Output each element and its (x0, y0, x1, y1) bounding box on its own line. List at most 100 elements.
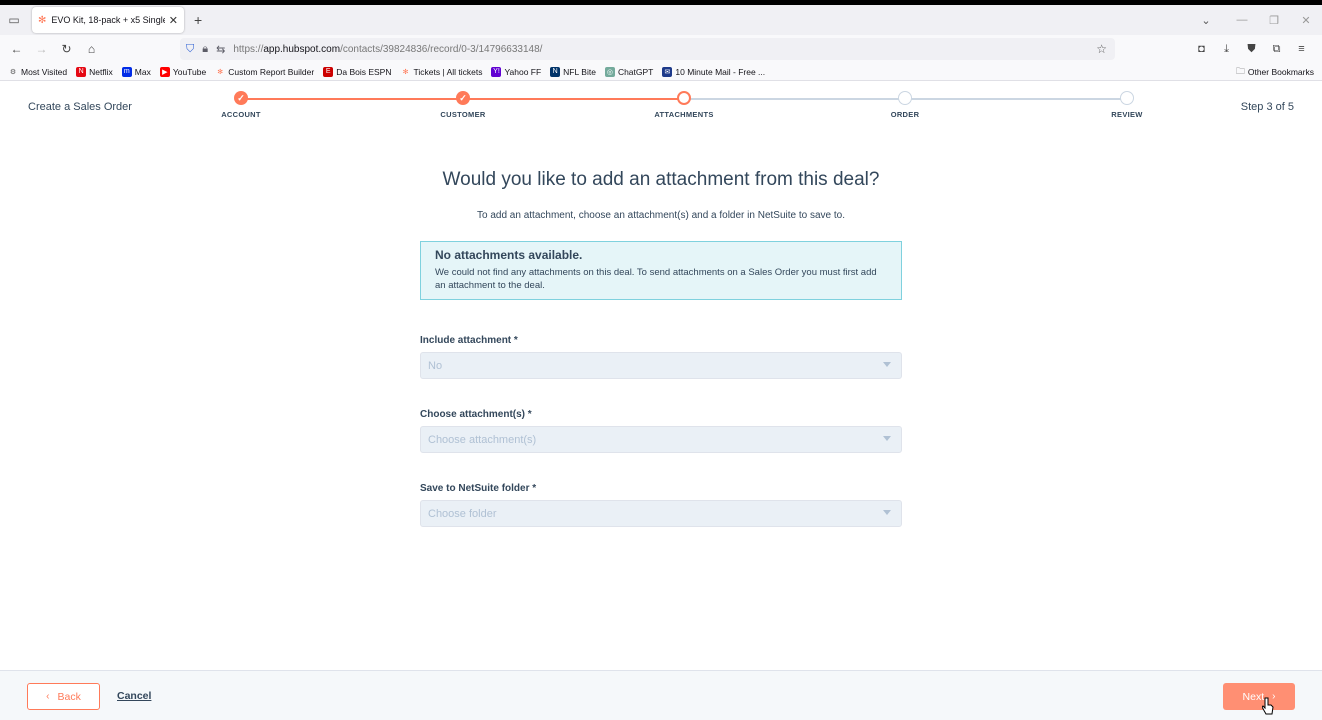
youtube-icon: ▶ (159, 66, 170, 77)
bookmark-item[interactable]: ◎ ChatGPT (604, 66, 654, 77)
tab-strip: ▭ ✻ EVO Kit, 18-pack + x5 Single Ev... ✕… (0, 5, 1322, 35)
next-button-label: Next (1242, 690, 1265, 703)
step-label: REVIEW (1111, 110, 1143, 119)
step-label: CUSTOMER (440, 110, 486, 119)
url-text[interactable]: https://app.hubspot.com/contacts/3982483… (233, 44, 542, 55)
mail-icon: ✉ (662, 66, 673, 77)
back-button-label: Back (57, 690, 81, 703)
pocket-icon[interactable]: ◘ (1189, 43, 1214, 55)
cancel-link[interactable]: Cancel (117, 690, 151, 702)
close-window-icon[interactable]: ✕ (1290, 14, 1322, 27)
netsuite-folder-select[interactable]: Choose folder (420, 500, 902, 527)
step-order: ORDER (845, 91, 965, 119)
restore-icon[interactable]: ❐ (1258, 14, 1290, 27)
tab-overflow-chevron-icon[interactable]: ⌄ (1186, 14, 1226, 27)
bookmark-label: ChatGPT (617, 66, 654, 77)
other-bookmarks-label: Other Bookmarks (1247, 66, 1314, 77)
include-attachment-value: No (428, 359, 443, 372)
step-customer: ✓ CUSTOMER (403, 91, 523, 119)
alert-body: We could not find any attachments on thi… (435, 267, 877, 291)
step-review: REVIEW (1067, 91, 1187, 119)
home-icon[interactable]: ⌂ (79, 42, 104, 56)
max-icon: m (121, 66, 132, 77)
nfl-icon: N (550, 66, 561, 77)
step-circle-icon (677, 91, 691, 105)
url-bar[interactable]: ⛉ 🔒︎ ⇆ https://app.hubspot.com/contacts/… (180, 38, 1115, 60)
include-attachment-select[interactable]: No (420, 352, 902, 379)
tracking-protection-shield-icon[interactable]: ⛉ (186, 43, 194, 56)
bookmark-item[interactable]: N Netflix (76, 66, 113, 77)
bookmark-item[interactable]: ✻ Tickets | All tickets (401, 67, 483, 77)
yahoo-icon: Y! (491, 66, 502, 77)
netsuite-folder-placeholder: Choose folder (428, 507, 497, 520)
espn-icon: E (323, 66, 334, 77)
bookmark-label: YouTube (172, 66, 207, 77)
nav-bar: ← → ↻ ⌂ ⛉ 🔒︎ ⇆ https://app.hubspot.com/c… (0, 35, 1322, 63)
bookmark-item[interactable]: N NFL Bite (550, 66, 596, 77)
reload-icon[interactable]: ↻ (54, 42, 79, 56)
next-button[interactable]: Next › (1223, 683, 1295, 710)
lock-icon[interactable]: 🔒︎ (202, 43, 208, 56)
toolbar-right: ◘ ⤓ ⛊ ⧉ ≡ (1189, 35, 1314, 63)
checkmark-icon: ✓ (456, 91, 470, 105)
checkmark-icon: ✓ (234, 91, 248, 105)
minimize-icon[interactable]: — (1226, 14, 1258, 26)
step-circle-icon (1120, 91, 1134, 105)
bookmark-item[interactable]: ⚙ Most Visited (8, 67, 67, 77)
step-circle-icon (898, 91, 912, 105)
back-button[interactable]: ‹ Back (27, 683, 100, 710)
close-tab-icon[interactable]: ✕ (169, 14, 178, 27)
shield-extension-icon[interactable]: ⛊ (1239, 43, 1264, 56)
bookmark-label: Netflix (89, 66, 113, 77)
permissions-icon[interactable]: ⇆ (216, 43, 225, 56)
step-account: ✓ ACCOUNT (181, 91, 301, 119)
instruction-text: To add an attachment, choose an attachme… (477, 210, 845, 221)
wizard-header: Create a Sales Order ✓ ACCOUNT ✓ CUSTOMER AT… (0, 81, 1322, 136)
choose-attachments-select[interactable]: Choose attachment(s) (420, 426, 902, 453)
page-title: Create a Sales Order (28, 101, 132, 113)
hubspot-icon: ✻ (217, 68, 224, 76)
hubspot-favicon-icon: ✻ (38, 14, 47, 26)
gear-icon: ⚙ (9, 68, 17, 76)
step-label: ORDER (890, 110, 920, 119)
no-attachments-alert: No attachments available. We could not f… (420, 241, 902, 300)
chatgpt-icon: ◎ (604, 66, 615, 77)
url-host: app.hubspot.com (263, 43, 341, 55)
bookmark-item[interactable]: ✻ Custom Report Builder (215, 67, 314, 77)
dropdown-caret-icon (883, 510, 891, 515)
bookmark-label: NFL Bite (563, 66, 596, 77)
bookmark-star-icon[interactable]: ☆ (1096, 42, 1107, 56)
bookmark-label: Max (134, 66, 151, 77)
bookmark-item[interactable]: E Da Bois ESPN (323, 66, 392, 77)
choose-attachments-label: Choose attachment(s) * (420, 409, 532, 420)
list-all-tabs-icon[interactable]: ▭ (0, 5, 28, 35)
extensions-icon[interactable]: ⧉ (1264, 43, 1289, 56)
bookmark-label: Yahoo FF (504, 66, 542, 77)
bookmark-label: Da Bois ESPN (336, 66, 392, 77)
step-label: ATTACHMENTS (654, 110, 714, 119)
tab-title: EVO Kit, 18-pack + x5 Single Ev... (51, 15, 164, 25)
bookmark-item[interactable]: ▶ YouTube (159, 66, 207, 77)
bookmark-label: Custom Report Builder (228, 66, 315, 77)
wizard-footer: ‹ Back Cancel Next › (0, 670, 1322, 720)
bookmark-label: Tickets | All tickets (413, 66, 483, 77)
main-content: Would you like to add an attachment from… (0, 136, 1322, 671)
browser-tab[interactable]: ✻ EVO Kit, 18-pack + x5 Single Ev... ✕ (32, 7, 184, 33)
dropdown-caret-icon (883, 362, 891, 367)
netsuite-folder-label: Save to NetSuite folder * (420, 483, 537, 494)
other-bookmarks[interactable]: 🗀 Other Bookmarks (1236, 64, 1314, 80)
menu-icon[interactable]: ≡ (1289, 43, 1314, 55)
back-arrow-icon[interactable]: ← (4, 42, 29, 56)
bookmark-item[interactable]: m Max (121, 66, 151, 77)
step-label: ACCOUNT (221, 110, 261, 119)
forward-arrow-icon[interactable]: → (29, 42, 54, 56)
mouse-pointer-icon (1262, 697, 1274, 715)
window-controls: ⌄ — ❐ ✕ (1186, 5, 1322, 35)
bookmark-item[interactable]: Y! Yahoo FF (491, 66, 542, 77)
downloads-icon[interactable]: ⤓ (1214, 43, 1239, 56)
bookmark-item[interactable]: ✉ 10 Minute Mail - Free ... (662, 66, 765, 77)
choose-attachments-placeholder: Choose attachment(s) (428, 433, 537, 446)
new-tab-icon[interactable]: + (194, 12, 202, 28)
bookmarks-bar: ⚙ Most Visited N Netflix m Max ▶ YouTube ✻ Custom… (0, 63, 1322, 81)
url-prefix: https:// (233, 43, 264, 55)
